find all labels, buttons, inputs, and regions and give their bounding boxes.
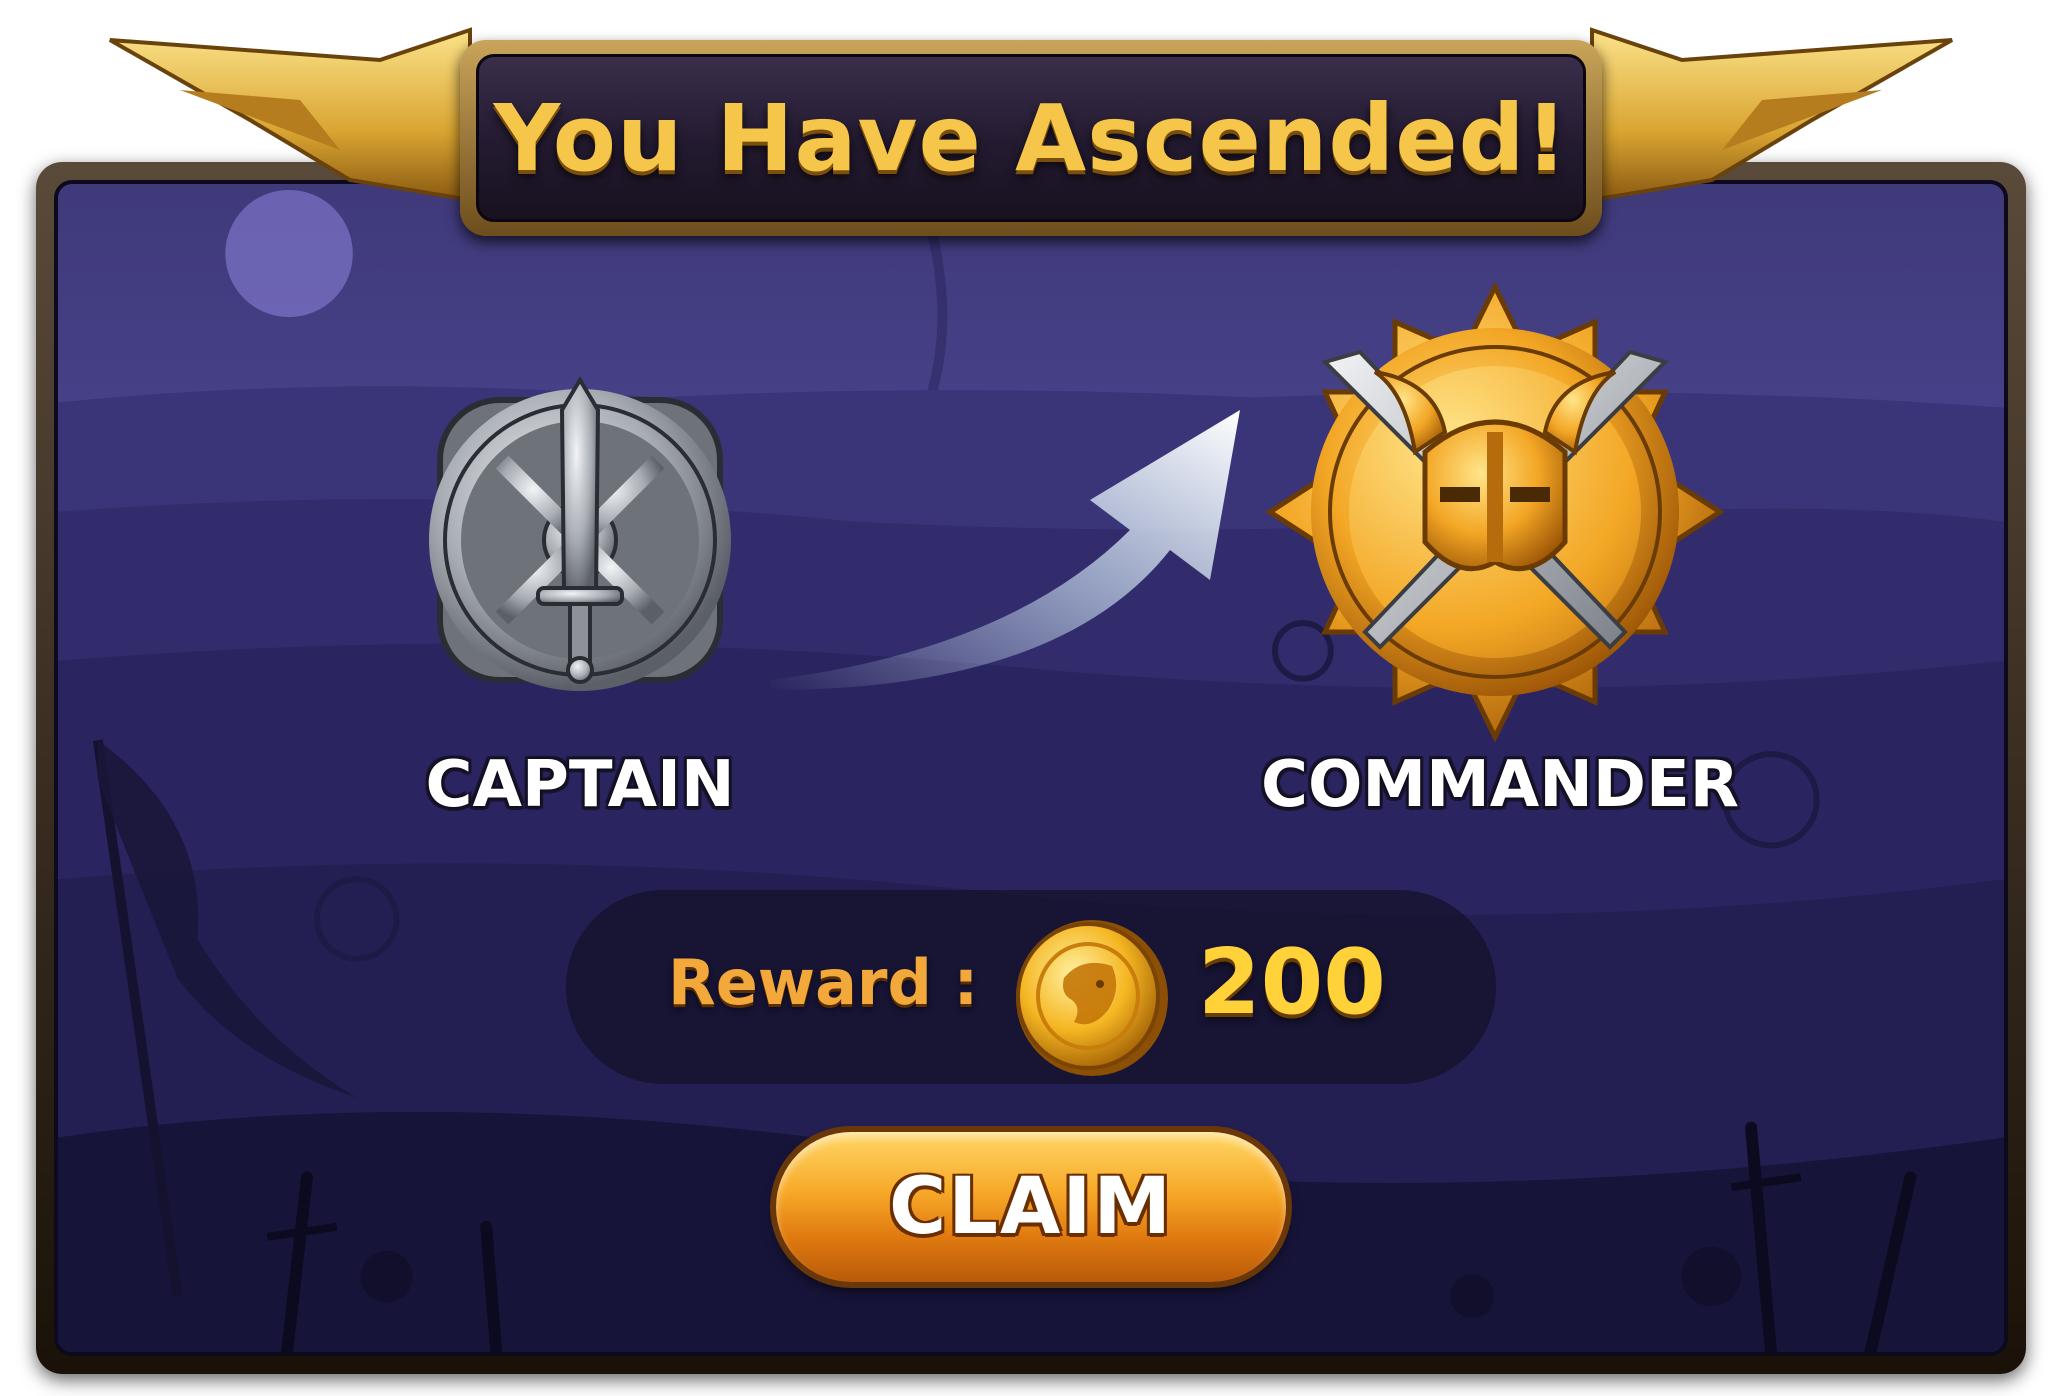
to-rank-label: COMMANDER bbox=[1261, 748, 1739, 822]
ascension-popup: You Have Ascended! CAPTAIN COMMANDER Rew… bbox=[0, 0, 2062, 1396]
silver-sword-wheel-badge-icon bbox=[429, 376, 731, 691]
gold-horned-helmet-wheel-badge-icon bbox=[1265, 282, 1725, 742]
claim-button-label: CLAIM bbox=[889, 1162, 1173, 1252]
reward-label: Reward : bbox=[668, 946, 979, 1019]
title-plate: You Have Ascended! bbox=[460, 40, 1602, 236]
gold-lion-coin-icon bbox=[1016, 920, 1168, 1076]
title-plate-inner: You Have Ascended! bbox=[476, 54, 1586, 222]
from-rank-label: CAPTAIN bbox=[425, 748, 735, 822]
claim-button[interactable]: CLAIM bbox=[776, 1132, 1286, 1282]
popup-title: You Have Ascended! bbox=[493, 84, 1569, 192]
reward-amount: 200 bbox=[1198, 930, 1386, 1035]
ascension-arrow-icon bbox=[770, 410, 1240, 690]
